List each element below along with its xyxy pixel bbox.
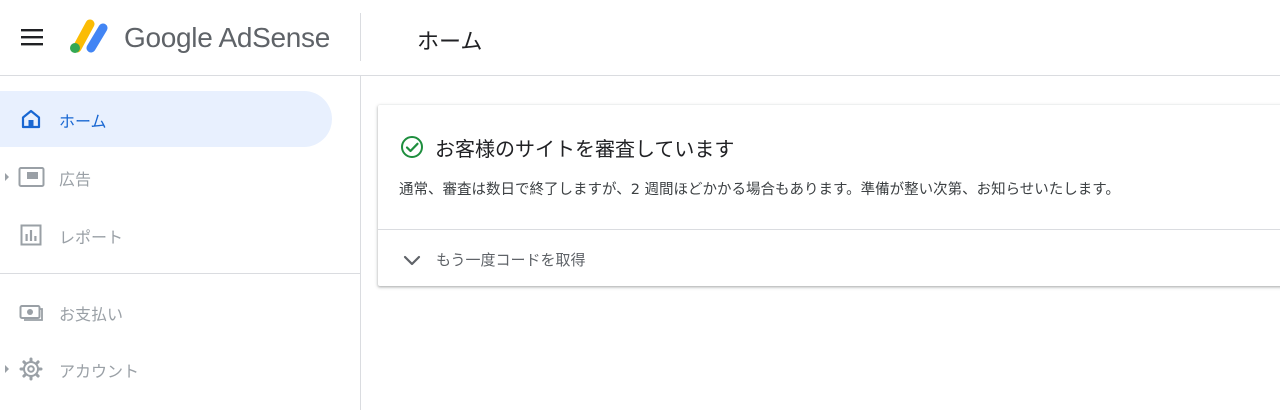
sidebar-item-label: ホーム bbox=[59, 112, 107, 131]
sidebar-item-home[interactable]: ホーム bbox=[0, 91, 332, 147]
sidebar-item-label: アカウント bbox=[59, 362, 140, 381]
sidebar-item-ads[interactable]: 広告 bbox=[0, 149, 332, 205]
brand-google: Google bbox=[124, 22, 213, 53]
report-icon bbox=[20, 224, 42, 246]
check-circle-icon bbox=[401, 136, 423, 158]
brand-wordmark: Google AdSense bbox=[124, 22, 330, 54]
sidebar-item-account[interactable]: アカウント bbox=[0, 341, 332, 397]
top-app-bar: Google AdSense ホーム bbox=[0, 0, 1280, 76]
gear-icon bbox=[19, 357, 43, 381]
chevron-down-icon bbox=[403, 255, 421, 266]
sidebar-nav: ホーム 広告 レポート お支払い アカウント bbox=[0, 76, 361, 410]
sidebar-item-label: レポート bbox=[59, 228, 124, 247]
home-icon bbox=[21, 109, 41, 129]
ads-icon bbox=[18, 167, 45, 187]
sidebar-item-label: 広告 bbox=[59, 170, 92, 189]
sidebar-item-label: お支払い bbox=[59, 305, 124, 324]
expand-arrow-icon[interactable] bbox=[5, 173, 9, 181]
site-review-status-card: お客様のサイトを審査しています 通常、審査は数日で終了しますが、2 週間ほどかか… bbox=[378, 105, 1280, 286]
card-title: お客様のサイトを審査しています bbox=[435, 137, 735, 161]
brand-product: AdSense bbox=[218, 22, 330, 53]
header-divider bbox=[360, 13, 361, 61]
expand-arrow-icon[interactable] bbox=[5, 365, 9, 373]
sidebar-item-payments[interactable]: お支払い bbox=[0, 284, 332, 340]
payments-icon bbox=[19, 305, 43, 321]
get-code-again-label: もう一度コードを取得 bbox=[436, 251, 586, 269]
adsense-logo-icon bbox=[70, 19, 108, 53]
card-description: 通常、審査は数日で終了しますが、2 週間ほどかかる場合もあります。準備が整い次第… bbox=[399, 182, 1120, 198]
page-title: ホーム bbox=[417, 30, 483, 55]
get-code-again-expander[interactable]: もう一度コードを取得 bbox=[378, 230, 1280, 286]
sidebar-item-reports[interactable]: レポート bbox=[0, 207, 332, 263]
hamburger-menu-icon[interactable] bbox=[20, 27, 44, 47]
sidebar-divider bbox=[0, 273, 360, 274]
